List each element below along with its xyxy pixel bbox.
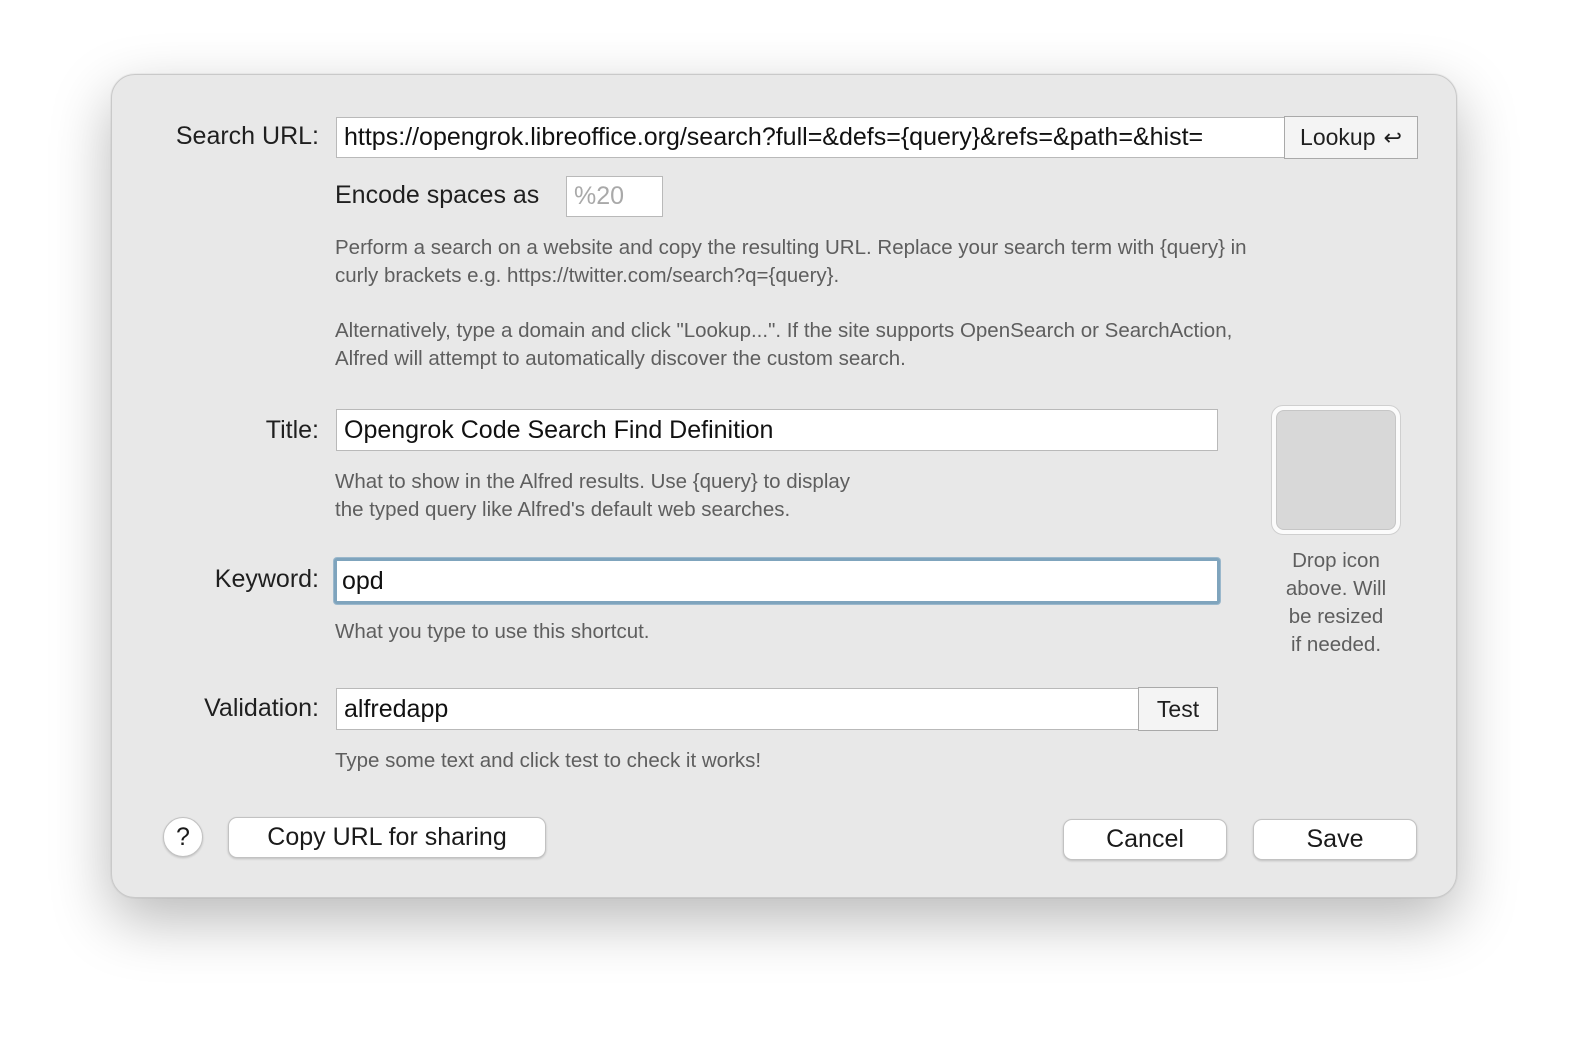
copy-url-button[interactable]: Copy URL for sharing: [228, 817, 546, 858]
validation-help: Type some text and click test to check i…: [335, 749, 762, 772]
search-url-help-line-3: Alternatively, type a domain and click "…: [335, 319, 1233, 342]
lookup-button[interactable]: Lookup ↩: [1284, 116, 1418, 159]
icon-caption-line-3: be resized: [1288, 605, 1384, 628]
icon-caption-line-2: above. Will: [1285, 577, 1387, 600]
keyword-input[interactable]: opd: [334, 558, 1220, 604]
title-input[interactable]: Opengrok Code Search Find Definition: [336, 409, 1218, 451]
validation-label: Validation:: [204, 694, 319, 722]
title-help-line-1: What to show in the Alfred results. Use …: [335, 470, 851, 493]
icon-caption-line-4: if needed.: [1290, 633, 1382, 656]
save-button[interactable]: Save: [1253, 819, 1417, 860]
encode-spaces-label: Encode spaces as: [335, 181, 540, 209]
encode-spaces-input[interactable]: %20: [566, 176, 663, 217]
help-button[interactable]: ?: [163, 817, 203, 857]
search-url-input[interactable]: https://opengrok.libreoffice.org/search?…: [336, 117, 1286, 158]
cancel-button[interactable]: Cancel: [1063, 819, 1227, 860]
search-url-help-line-2: curly brackets e.g. https://twitter.com/…: [335, 264, 840, 287]
validation-input[interactable]: alfredapp: [336, 688, 1140, 730]
icon-drop-caption: Drop icon above. Will be resized if need…: [1256, 547, 1416, 659]
icon-placeholder: [1276, 410, 1396, 530]
return-arrow-icon: ↩: [1383, 124, 1402, 150]
custom-search-dialog: Search URL: https://opengrok.libreoffice…: [111, 74, 1457, 898]
title-label: Title:: [265, 416, 319, 444]
icon-drop-well[interactable]: [1271, 405, 1401, 535]
icon-caption-line-1: Drop icon: [1292, 549, 1380, 572]
lookup-button-label: Lookup: [1300, 124, 1376, 150]
keyword-label: Keyword:: [214, 565, 319, 593]
test-button[interactable]: Test: [1138, 687, 1218, 731]
search-url-label: Search URL:: [175, 122, 319, 150]
title-help-line-2: the typed query like Alfred's default we…: [335, 498, 791, 521]
keyword-help: What you type to use this shortcut.: [335, 620, 650, 643]
search-url-help-line-4: Alfred will attempt to automatically dis…: [335, 347, 906, 370]
search-url-help-line-1: Perform a search on a website and copy t…: [335, 236, 1247, 259]
